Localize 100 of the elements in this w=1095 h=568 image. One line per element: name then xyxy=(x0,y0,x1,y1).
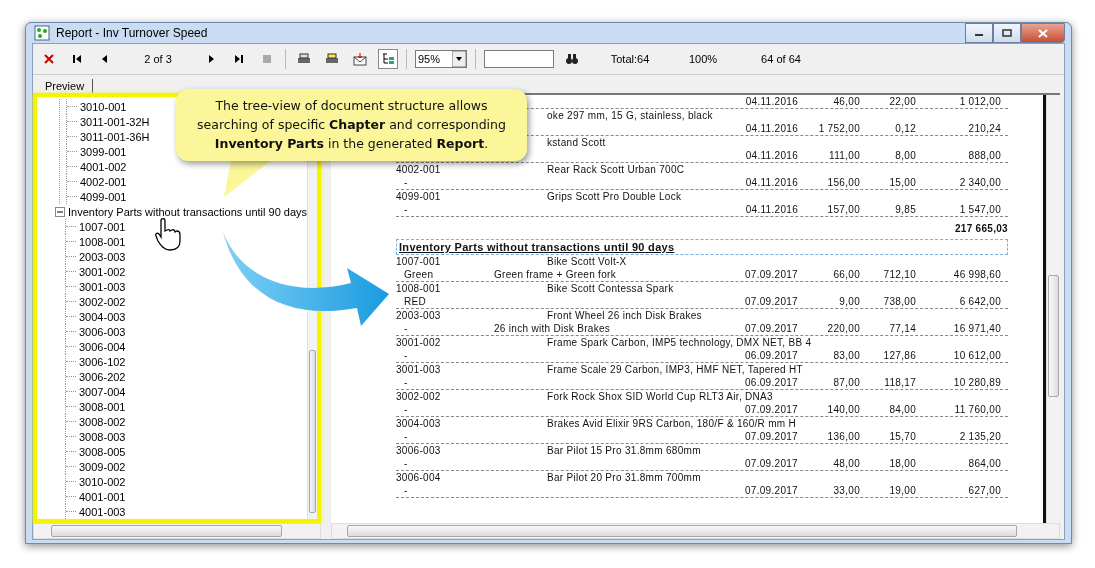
tree-item[interactable]: 3006-004 xyxy=(79,340,126,353)
variant-text: - xyxy=(403,404,409,415)
quantity-cell-text: 111,00 xyxy=(828,150,860,161)
part-code: 4099-001 xyxy=(396,191,442,202)
tree-item[interactable]: 3001-002 xyxy=(79,265,126,278)
quantity-cell-text: 46,00 xyxy=(832,96,860,107)
collapse-toggle-icon[interactable] xyxy=(55,206,65,217)
tree-item[interactable]: 3010-002 xyxy=(79,475,126,488)
maximize-icon xyxy=(1002,29,1012,37)
date-cell-text: 04.11.2016 xyxy=(744,96,798,107)
date-cell-text: 04.11.2016 xyxy=(744,204,798,215)
scrollbar-thumb[interactable] xyxy=(309,350,316,513)
part-description: Frame Scale 29 Carbon, IMP3, HMF NET, Tapered HT xyxy=(547,364,803,375)
price-cell-text: 18,00 xyxy=(888,458,916,469)
tree-view-icon[interactable] xyxy=(378,49,398,69)
record-count: 64 of 64 xyxy=(760,53,802,65)
price-cell-text: 118,17 xyxy=(883,377,916,388)
date-cell-text: 07.09.2017 xyxy=(743,485,798,496)
variant-text: - xyxy=(403,350,409,361)
tree-item[interactable]: 4002-001 xyxy=(80,175,127,188)
part-description: oke 297 mm, 15 G, stainless, black xyxy=(547,110,713,121)
minimize-button[interactable] xyxy=(965,23,993,43)
quantity-cell-text: 48,00 xyxy=(832,458,860,469)
tree-item[interactable]: 3007-004 xyxy=(79,385,126,398)
zoom-percent: 100% xyxy=(687,53,719,65)
tree-item[interactable]: 4001-002 xyxy=(80,160,127,173)
page-indicator: 2 of 3 xyxy=(143,53,173,65)
part-code: 3001-002 xyxy=(396,337,442,348)
tree-item[interactable]: 4001-001 xyxy=(79,490,126,503)
zoom-dropdown[interactable]: 95% xyxy=(415,50,467,68)
total-cell-text: 210,24 xyxy=(967,123,1001,134)
date-cell-text: 07.09.2017 xyxy=(743,296,798,307)
tree-item[interactable]: 3002-002 xyxy=(79,295,126,308)
tree-item[interactable]: 3006-202 xyxy=(79,370,126,383)
quantity-cell-text: 87,00 xyxy=(832,377,860,388)
dropdown-arrow-icon[interactable] xyxy=(452,51,466,67)
quantity-cell-text: 220,00 xyxy=(826,323,860,334)
tree-item[interactable]: 3011-001-36H xyxy=(80,130,150,143)
total-cell-text: 16 971,40 xyxy=(952,323,1001,334)
tree-node[interactable]: Inventory Parts without transactions until 90 days xyxy=(68,205,308,218)
tree-item[interactable]: 3008-005 xyxy=(79,445,126,458)
tree-item[interactable]: 1008-001 xyxy=(79,235,126,248)
tree-item[interactable]: 3001-003 xyxy=(79,280,126,293)
horizontal-scrollbar[interactable] xyxy=(33,523,321,539)
price-cell-text: 8,00 xyxy=(894,150,916,161)
part-description: Bike Scott Contessa Spark xyxy=(547,283,674,294)
tree-item[interactable]: 4001-003 xyxy=(79,505,126,518)
price-cell-text: 127,86 xyxy=(882,350,916,361)
part-description: Bar Pilot 20 Pro 31.8mm 700mm xyxy=(547,472,701,483)
quantity-cell-text: 1 752,00 xyxy=(817,123,860,134)
price-cell-text: 712,10 xyxy=(882,269,916,280)
window-title: Report - Inv Turnover Speed xyxy=(56,26,208,40)
part-code: 1008-001 xyxy=(396,283,442,294)
tree-item[interactable]: 1007-001 xyxy=(79,220,126,233)
date-cell-text: 07.09.2017 xyxy=(743,323,798,334)
date-cell-text: 07.09.2017 xyxy=(743,404,798,415)
maximize-button[interactable] xyxy=(993,23,1021,43)
variant-text: - xyxy=(403,458,409,469)
tree-item[interactable]: 3006-102 xyxy=(79,355,126,368)
date-cell-text: 07.09.2017 xyxy=(743,431,798,442)
tree-item[interactable]: 2003-003 xyxy=(79,250,126,263)
close-button[interactable] xyxy=(1021,23,1065,43)
total-cell-text: 10 280,89 xyxy=(952,377,1001,388)
quantity-cell-text: 157,00 xyxy=(826,204,860,215)
search-field[interactable] xyxy=(484,50,554,68)
part-description: Fork Rock Shox SID World Cup RLT3 Air, DNA3 xyxy=(547,391,773,402)
part-code: 2003-003 xyxy=(396,310,442,321)
tree-item[interactable]: 3008-003 xyxy=(79,430,126,443)
tree-item[interactable]: 3008-001 xyxy=(79,400,126,413)
price-cell-text: 84,00 xyxy=(888,404,916,415)
price-cell-text: 77,14 xyxy=(888,323,916,334)
quantity-cell-text: 9,00 xyxy=(838,296,860,307)
total-cell-text: 46 998,60 xyxy=(952,269,1001,280)
variant-text: - xyxy=(403,177,409,188)
quantity-cell-text: 140,00 xyxy=(826,404,860,415)
date-cell-text: 07.09.2017 xyxy=(743,269,798,280)
tree-item[interactable]: 3006-003 xyxy=(79,325,126,338)
part-description: Brakes Avid Elixir 9RS Carbon, 180/F & 160/R mm H xyxy=(547,418,797,429)
horizontal-scrollbar[interactable] xyxy=(331,523,1060,539)
vertical-scrollbar[interactable] xyxy=(1046,95,1060,523)
tree-item[interactable]: 3011-001-32H xyxy=(80,115,150,128)
tree-item[interactable]: 3004-003 xyxy=(79,310,126,323)
part-code: 3004-003 xyxy=(396,418,442,429)
tree-item[interactable]: 3010-001 xyxy=(80,100,127,113)
tree-item[interactable]: 3099-001 xyxy=(80,145,127,158)
total-cell-text: 10 612,00 xyxy=(952,350,1001,361)
note-text: 26 inch with Disk Brakes xyxy=(494,323,612,334)
total-cell-text: 11 760,00 xyxy=(953,404,1001,415)
total-cell-text: 888,00 xyxy=(967,150,1001,161)
date-cell-text: 06.09.2017 xyxy=(743,350,798,361)
part-description: Bar Pilot 15 Pro 31.8mm 680mm xyxy=(547,445,701,456)
part-description: Grips Scott Pro Double Lock xyxy=(547,191,682,202)
hand-cursor-icon xyxy=(154,217,184,251)
price-cell-text: 738,00 xyxy=(882,296,916,307)
part-code: 3002-002 xyxy=(396,391,442,402)
tree-item[interactable]: 4099-001 xyxy=(80,190,127,203)
tree-item[interactable]: 3009-002 xyxy=(79,460,126,473)
total-count: Total:64 xyxy=(609,53,651,65)
date-cell-text: 07.09.2017 xyxy=(743,458,798,469)
tree-item[interactable]: 3008-002 xyxy=(79,415,126,428)
